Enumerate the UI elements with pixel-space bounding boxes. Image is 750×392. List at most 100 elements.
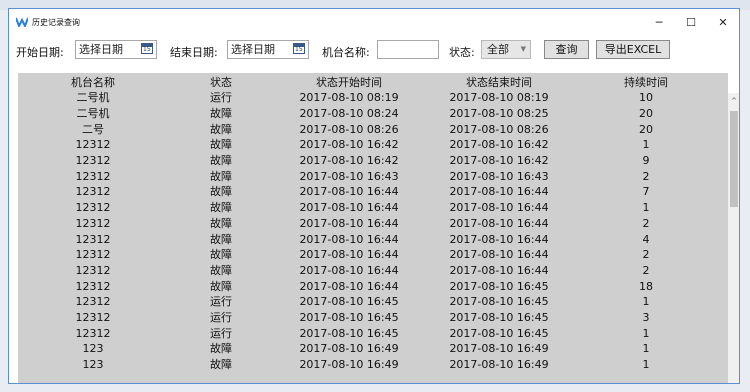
table-row[interactable]: 12312 故障 2017-08-10 16:44 2017-08-10 16:44 2 — [18, 247, 718, 263]
column-header-duration[interactable]: 持续时间 — [574, 75, 718, 90]
cell-machine-name: 12312 — [75, 310, 111, 324]
table-row[interactable]: 12312 故障 2017-08-10 16:44 2017-08-10 16:44 2 — [18, 216, 718, 232]
cell-status: 故障 — [210, 122, 232, 136]
cell-status: 故障 — [210, 154, 232, 168]
cell-status: 运行 — [210, 295, 232, 309]
calendar-icon[interactable]: 15 — [293, 43, 305, 54]
cell-end-time: 2017-08-10 16:44 — [449, 232, 549, 246]
window-title: 历史记录查询 — [32, 17, 80, 27]
column-header-machine-name[interactable]: 机台名称 — [18, 75, 168, 90]
cell-start-time: 2017-08-10 16:43 — [299, 169, 399, 183]
table-row[interactable]: 二号机 故障 2017-08-10 08:24 2017-08-10 08:25 20 — [18, 106, 718, 122]
machine-name-input[interactable] — [377, 40, 439, 59]
cell-start-time: 2017-08-10 16:44 — [299, 232, 399, 246]
cell-machine-name: 二号 — [82, 122, 104, 136]
table-row[interactable]: 12312 故障 2017-08-10 16:44 2017-08-10 16:44 4 — [18, 231, 718, 247]
column-header-start-time[interactable]: 状态开始时间 — [274, 75, 424, 90]
table-row[interactable]: 123 故障 2017-08-10 16:49 2017-08-10 16:49 1 — [18, 357, 718, 373]
cell-machine-name: 12312 — [75, 216, 111, 230]
scroll-up-arrow-icon[interactable]: ^ — [728, 97, 739, 107]
start-date-value: 选择日期 — [79, 43, 123, 56]
cell-machine-name: 12312 — [75, 295, 111, 309]
cell-start-time: 2017-08-10 16:45 — [299, 326, 399, 340]
query-button[interactable]: 查询 — [544, 40, 589, 59]
start-date-label: 开始日期: — [16, 46, 64, 59]
history-window: 历史记录查询 ─ ☐ ✕ 开始日期: 选择日期 15 结束日期: 选择日期 15… — [8, 8, 740, 384]
close-button[interactable]: ✕ — [707, 9, 739, 35]
table-body: 二号机 运行 2017-08-10 08:19 2017-08-10 08:19 10 二… — [18, 90, 718, 372]
cell-machine-name: 二号机 — [76, 107, 110, 121]
cell-machine-name: 二号机 — [76, 91, 110, 105]
calendar-icon[interactable]: 15 — [141, 43, 153, 54]
cell-start-time: 2017-08-10 16:45 — [299, 310, 399, 324]
cell-status: 故障 — [210, 185, 232, 199]
cell-machine-name: 12312 — [75, 138, 111, 152]
calendar-icon-number: 15 — [295, 46, 303, 53]
scrollbar-thumb[interactable] — [730, 111, 738, 207]
cell-end-time: 2017-08-10 16:45 — [449, 310, 549, 324]
table-row[interactable]: 二号 故障 2017-08-10 08:26 2017-08-10 08:26 20 — [18, 121, 718, 137]
cell-start-time: 2017-08-10 08:19 — [299, 91, 399, 105]
cell-machine-name: 12312 — [75, 185, 111, 199]
cell-start-time: 2017-08-10 16:44 — [299, 263, 399, 277]
history-data-grid: 机台名称 状态 状态开始时间 状态结束时间 持续时间 二号机 运行 2017-08-… — [18, 73, 728, 383]
maximize-button[interactable]: ☐ — [675, 9, 707, 35]
cell-end-time: 2017-08-10 16:44 — [449, 201, 549, 215]
cell-status: 运行 — [210, 326, 232, 340]
cell-duration: 3 — [642, 310, 650, 324]
table-row[interactable]: 12312 运行 2017-08-10 16:45 2017-08-10 16:45 1 — [18, 325, 718, 341]
cell-status: 故障 — [210, 107, 232, 121]
end-date-picker[interactable]: 选择日期 15 — [227, 40, 309, 59]
title-bar: 历史记录查询 ─ ☐ ✕ — [9, 9, 739, 35]
filter-toolbar: 开始日期: 选择日期 15 结束日期: 选择日期 15 机台名称: 状态: 全部… — [9, 37, 739, 65]
cell-end-time: 2017-08-10 08:25 — [449, 107, 549, 121]
cell-status: 故障 — [210, 216, 232, 230]
end-date-value: 选择日期 — [231, 43, 275, 56]
cell-start-time: 2017-08-10 16:44 — [299, 185, 399, 199]
cell-start-time: 2017-08-10 16:42 — [299, 138, 399, 152]
cell-end-time: 2017-08-10 16:45 — [449, 279, 549, 293]
table-row[interactable]: 12312 故障 2017-08-10 16:44 2017-08-10 16:44 7 — [18, 184, 718, 200]
cell-duration: 2 — [642, 248, 650, 262]
cell-end-time: 2017-08-10 16:45 — [449, 295, 549, 309]
cell-duration: 2 — [642, 216, 650, 230]
table-row[interactable]: 12312 故障 2017-08-10 16:44 2017-08-10 16:45 1… — [18, 278, 718, 294]
cell-machine-name: 123 — [82, 342, 104, 356]
table-row[interactable]: 12312 故障 2017-08-10 16:44 2017-08-10 16:44 1 — [18, 200, 718, 216]
window-controls: ─ ☐ ✕ — [643, 9, 739, 35]
table-row[interactable]: 12312 运行 2017-08-10 16:45 2017-08-10 16:45 1 — [18, 294, 718, 310]
cell-end-time: 2017-08-10 16:45 — [449, 326, 549, 340]
cell-status: 运行 — [210, 91, 232, 105]
export-excel-button[interactable]: 导出EXCEL — [596, 40, 670, 59]
cell-start-time: 2017-08-10 16:45 — [299, 295, 399, 309]
cell-duration: 4 — [642, 232, 650, 246]
table-row[interactable]: 123 故障 2017-08-10 16:49 2017-08-10 16:49 1 — [18, 341, 718, 357]
cell-end-time: 2017-08-10 16:44 — [449, 185, 549, 199]
cell-duration: 18 — [639, 279, 653, 293]
status-select[interactable]: 全部 ▼ — [481, 40, 531, 59]
cell-duration: 7 — [642, 185, 650, 199]
table-row[interactable]: 12312 运行 2017-08-10 16:45 2017-08-10 16:45 3 — [18, 310, 718, 326]
cell-machine-name: 12312 — [75, 154, 111, 168]
table-row[interactable]: 12312 故障 2017-08-10 16:42 2017-08-10 16:42 9 — [18, 153, 718, 169]
minimize-button[interactable]: ─ — [643, 9, 675, 35]
table-row[interactable]: 12312 故障 2017-08-10 16:43 2017-08-10 16:43 2 — [18, 168, 718, 184]
cell-start-time: 2017-08-10 16:44 — [299, 201, 399, 215]
column-header-status[interactable]: 状态 — [168, 75, 274, 90]
cell-status: 故障 — [210, 279, 232, 293]
table-row[interactable]: 12312 故障 2017-08-10 16:44 2017-08-10 16:44 2 — [18, 263, 718, 279]
end-date-label: 结束日期: — [170, 46, 218, 59]
table-row[interactable]: 二号机 运行 2017-08-10 08:19 2017-08-10 08:19 10 — [18, 90, 718, 106]
cell-duration: 1 — [642, 295, 650, 309]
status-label: 状态: — [449, 46, 475, 59]
cell-duration: 1 — [642, 342, 650, 356]
cell-machine-name: 123 — [82, 358, 104, 372]
cell-status: 运行 — [210, 310, 232, 324]
cell-start-time: 2017-08-10 16:44 — [299, 279, 399, 293]
vertical-scrollbar[interactable]: ^ — [728, 93, 739, 383]
cell-duration: 20 — [639, 122, 653, 136]
table-row[interactable]: 12312 故障 2017-08-10 16:42 2017-08-10 16:42 1 — [18, 137, 718, 153]
cell-status: 故障 — [210, 248, 232, 262]
start-date-picker[interactable]: 选择日期 15 — [75, 40, 157, 59]
column-header-end-time[interactable]: 状态结束时间 — [424, 75, 574, 90]
